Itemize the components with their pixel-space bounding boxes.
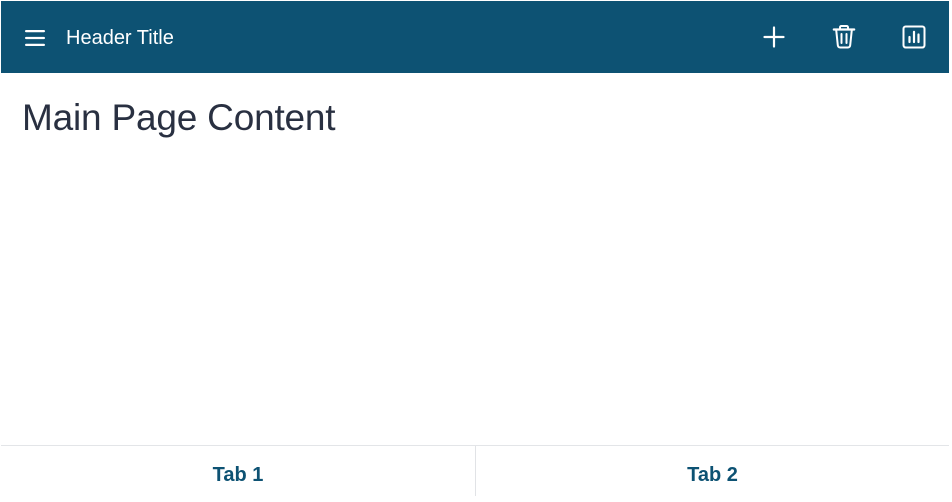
trash-icon — [831, 24, 857, 50]
tab-label: Tab 1 — [212, 464, 264, 486]
add-button[interactable] — [739, 1, 809, 73]
app-header: Header Title — [1, 1, 949, 73]
bottom-tab-bar: Tab 1 Tab 2 — [1, 445, 949, 496]
menu-button[interactable] — [23, 26, 47, 50]
hamburger-menu-icon — [24, 29, 46, 47]
app-window: Header Title Main Page Content Tab 1 Tab… — [0, 0, 952, 502]
page-title: Main Page Content — [22, 97, 336, 138]
bar-chart-icon — [901, 24, 927, 50]
chart-button[interactable] — [879, 1, 949, 73]
plus-icon — [762, 25, 786, 49]
main-content: Main Page Content — [1, 73, 949, 445]
delete-button[interactable] — [809, 1, 879, 73]
header-actions — [739, 1, 949, 73]
tab-1[interactable]: Tab 1 — [1, 446, 475, 496]
tab-2[interactable]: Tab 2 — [475, 446, 949, 496]
tab-label: Tab 2 — [687, 464, 738, 486]
header-title: Header Title — [66, 27, 174, 49]
